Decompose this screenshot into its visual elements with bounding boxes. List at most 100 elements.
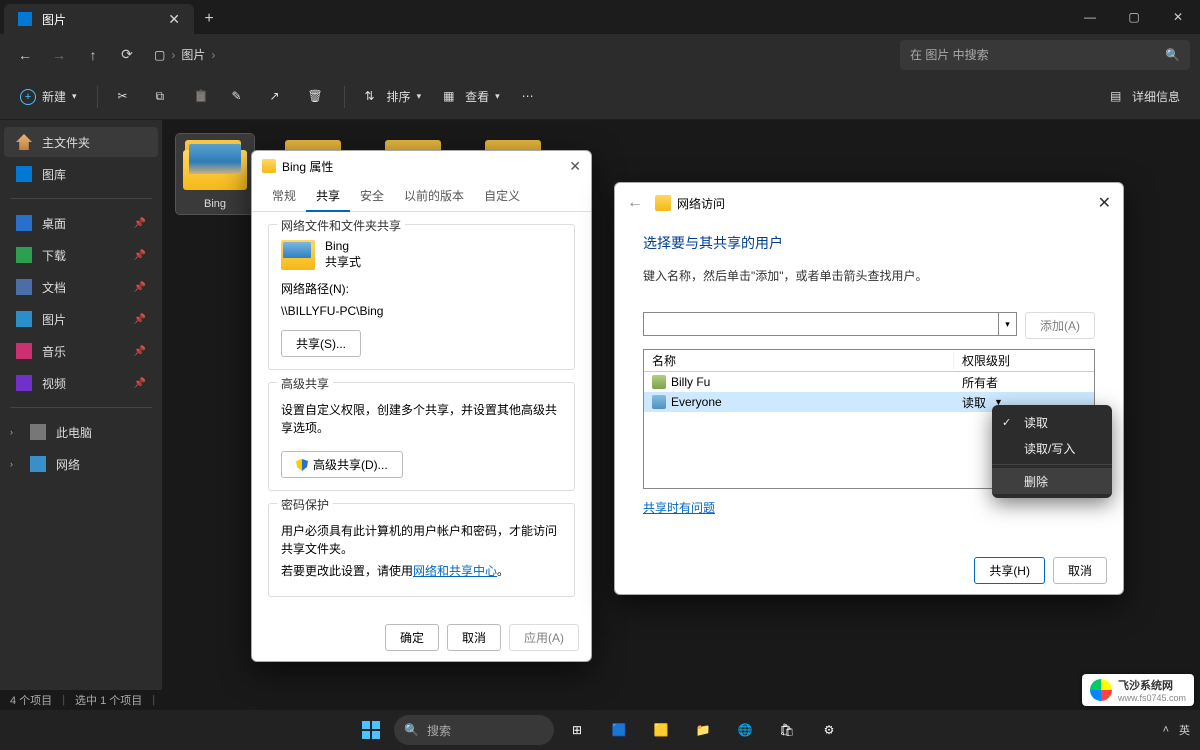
search-placeholder: 在 图片 中搜索 <box>910 46 989 63</box>
sidebar-item-videos[interactable]: 视频📌 <box>4 368 158 398</box>
tab-security[interactable]: 安全 <box>350 181 394 211</box>
folder-icon <box>281 240 315 270</box>
share-button[interactable]: 共享(S)... <box>281 330 361 357</box>
sidebar-item-music[interactable]: 音乐📌 <box>4 336 158 366</box>
chevron-down-icon[interactable]: ▾ <box>998 313 1016 335</box>
sidebar-item-network[interactable]: ›网络 <box>4 449 158 479</box>
new-tab-button[interactable]: + <box>194 4 224 34</box>
group-text: 设置自定义权限，创建多个共享，并设置其他高级共享选项。 <box>281 401 562 437</box>
new-button[interactable]: +新建▾ <box>12 82 85 112</box>
taskbar-settings[interactable]: ⚙ <box>810 713 848 747</box>
tray-ime[interactable]: 英 <box>1179 722 1190 738</box>
details-pane-button[interactable]: ▤详细信息 <box>1102 82 1188 112</box>
taskbar-store[interactable]: 🛍 <box>768 713 806 747</box>
system-tray[interactable]: ˄ 英 <box>1163 722 1190 738</box>
taskbar-search[interactable]: 🔍搜索 <box>394 715 554 745</box>
group-title: 密码保护 <box>277 496 333 513</box>
close-tab-icon[interactable]: ✕ <box>168 11 180 28</box>
network-center-link[interactable]: 网络和共享中心 <box>413 564 497 578</box>
status-selected: 选中 1 个项目 <box>75 692 142 708</box>
sidebar-item-thispc[interactable]: ›此电脑 <box>4 417 158 447</box>
menu-item-remove[interactable]: 删除 <box>992 468 1112 494</box>
apply-button[interactable]: 应用(A) <box>509 624 579 651</box>
sidebar-item-pictures[interactable]: 图片📌 <box>4 304 158 334</box>
search-input[interactable]: 在 图片 中搜索 🔍 <box>900 40 1190 70</box>
permission-context-menu: ✓读取 读取/写入 删除 <box>992 405 1112 498</box>
taskbar-app[interactable]: 🟨 <box>642 713 680 747</box>
dialog-heading: 选择要与其共享的用户 <box>643 233 1095 253</box>
view-button[interactable]: ▦查看▾ <box>435 82 508 112</box>
file-sharing-dialog: ← 网络访问 ✕ 选择要与其共享的用户 键入名称，然后单击"添加"，或者单击箭头… <box>614 182 1124 595</box>
up-button[interactable]: ↑ <box>78 40 108 70</box>
sharing-help-link[interactable]: 共享时有问题 <box>643 499 715 516</box>
cancel-button[interactable]: 取消 <box>447 624 501 651</box>
folder-item-bing[interactable]: Bing <box>176 134 254 214</box>
taskbar-explorer[interactable]: 📁 <box>684 713 722 747</box>
home-icon <box>16 134 32 150</box>
close-window-button[interactable]: ✕ <box>1156 0 1200 34</box>
user-combobox[interactable]: ▾ <box>643 312 1017 336</box>
rename-button[interactable]: ✎ <box>224 82 256 112</box>
pin-icon: 📌 <box>134 218 146 229</box>
close-icon[interactable]: ✕ <box>1098 193 1111 213</box>
back-button[interactable]: ← <box>627 194 643 212</box>
minimize-button[interactable]: — <box>1068 0 1112 34</box>
column-level[interactable]: 权限级别 <box>954 352 1094 369</box>
videos-icon <box>16 375 32 391</box>
sidebar-item-downloads[interactable]: 下载📌 <box>4 240 158 270</box>
tab-customize[interactable]: 自定义 <box>474 181 530 211</box>
chevron-right-icon: › <box>10 427 20 437</box>
advanced-sharing-button[interactable]: 高级共享(D)... <box>281 451 403 478</box>
watermark-url: www.fs0745.com <box>1118 693 1186 703</box>
menu-item-readwrite[interactable]: 读取/写入 <box>992 435 1112 461</box>
tab-previous-versions[interactable]: 以前的版本 <box>394 181 474 211</box>
tray-chevron-icon[interactable]: ˄ <box>1163 724 1169 736</box>
netpath-label: 网络路径(N): <box>281 280 562 298</box>
task-view-button[interactable]: ⊞ <box>558 713 596 747</box>
sort-button[interactable]: ⇅排序▾ <box>357 82 430 112</box>
sidebar: 主文件夹 图库 桌面📌 下载📌 文档📌 图片📌 音乐📌 视频📌 ›此电脑 ›网络 <box>0 120 162 690</box>
share-confirm-button[interactable]: 共享(H) <box>974 557 1045 584</box>
check-icon: ✓ <box>1002 416 1014 429</box>
tab-sharing[interactable]: 共享 <box>306 181 350 212</box>
user-icon <box>652 375 666 389</box>
pc-icon <box>30 424 46 440</box>
breadcrumb-segment[interactable]: 图片 <box>181 46 205 63</box>
forward-button[interactable]: → <box>44 40 74 70</box>
start-button[interactable] <box>352 713 390 747</box>
copy-button[interactable]: ⧉ <box>148 82 180 112</box>
more-button[interactable]: ⋯ <box>514 82 546 112</box>
pin-icon: 📌 <box>134 346 146 357</box>
tab-general[interactable]: 常规 <box>262 181 306 211</box>
search-icon: 🔍 <box>404 723 419 737</box>
sidebar-item-desktop[interactable]: 桌面📌 <box>4 208 158 238</box>
taskbar-app[interactable]: 🟦 <box>600 713 638 747</box>
search-icon: 🔍 <box>1165 48 1180 62</box>
shield-icon <box>296 459 308 471</box>
chevron-right-icon: › <box>211 48 215 62</box>
group-title: 网络文件和文件夹共享 <box>277 217 405 234</box>
folder-icon <box>183 138 247 190</box>
maximize-button[interactable]: ▢ <box>1112 0 1156 34</box>
cancel-button[interactable]: 取消 <box>1053 557 1107 584</box>
ok-button[interactable]: 确定 <box>385 624 439 651</box>
back-button[interactable]: ← <box>10 40 40 70</box>
folder-icon <box>262 159 276 173</box>
sidebar-item-gallery[interactable]: 图库 <box>4 159 158 189</box>
menu-item-read[interactable]: ✓读取 <box>992 409 1112 435</box>
delete-button[interactable]: 🗑 <box>300 82 332 112</box>
sidebar-item-documents[interactable]: 文档📌 <box>4 272 158 302</box>
paste-button[interactable]: 📋 <box>186 82 218 112</box>
breadcrumb[interactable]: ▢ › 图片 › <box>146 46 215 63</box>
sidebar-item-home[interactable]: 主文件夹 <box>4 127 158 157</box>
list-row[interactable]: Billy Fu 所有者 <box>644 372 1094 392</box>
refresh-button[interactable]: ⟳ <box>112 40 142 70</box>
share-button[interactable]: ↗ <box>262 82 294 112</box>
taskbar-edge[interactable]: 🌐 <box>726 713 764 747</box>
window-tab[interactable]: 图片 ✕ <box>4 4 194 34</box>
cut-button[interactable]: ✂ <box>110 82 142 112</box>
add-button[interactable]: 添加(A) <box>1025 312 1095 339</box>
column-name[interactable]: 名称 <box>644 352 954 369</box>
close-icon[interactable]: ✕ <box>569 158 581 175</box>
chevron-right-icon: › <box>171 48 175 62</box>
